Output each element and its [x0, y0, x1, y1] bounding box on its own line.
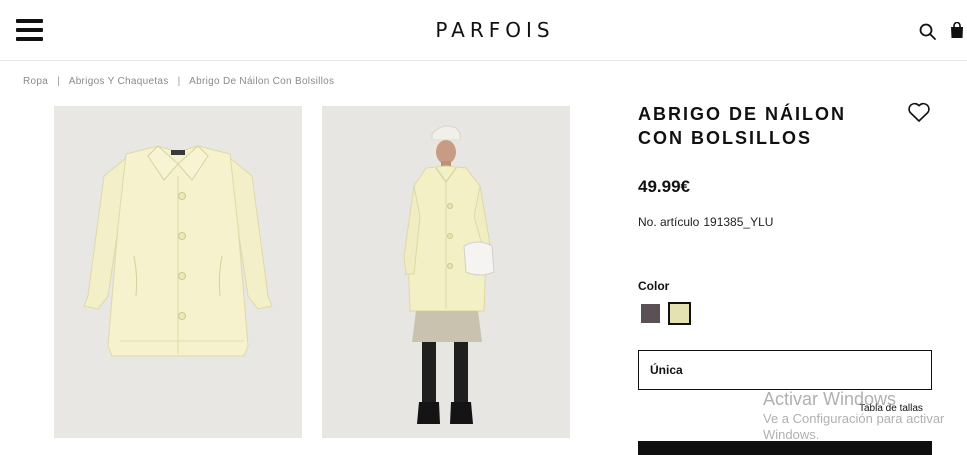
- heart-icon[interactable]: [907, 101, 931, 123]
- add-to-bag-button[interactable]: [638, 441, 932, 455]
- brand-logo[interactable]: PARFOIS: [430, 18, 560, 42]
- breadcrumb-item-current[interactable]: Abrigo De Náilon Con Bolsillos: [189, 76, 334, 87]
- breadcrumb-item-abrigos[interactable]: Abrigos Y Chaquetas: [69, 76, 169, 87]
- product-image-flat[interactable]: [54, 106, 302, 438]
- breadcrumb: Ropa | Abrigos Y Chaquetas | Abrigo De N…: [23, 76, 334, 87]
- size-selector[interactable]: Única: [638, 350, 932, 390]
- product-sku: No. artículo 191385_YLU: [638, 215, 773, 229]
- breadcrumb-separator: |: [177, 76, 181, 87]
- model-illustration: [322, 106, 570, 438]
- site-header: PARFOIS: [0, 0, 967, 61]
- shopping-bag-icon[interactable]: [950, 22, 964, 39]
- product-image-model[interactable]: [322, 106, 570, 438]
- sku-label: No. artículo: [638, 215, 700, 229]
- watermark-subtitle: Ve a Configuración para activar Windows.: [763, 411, 945, 442]
- color-swatch-plum[interactable]: [641, 304, 660, 323]
- coat-flat-illustration: [54, 106, 302, 438]
- size-selected-value: Única: [650, 363, 683, 377]
- product-title-line1: ABRIGO DE NÁILON: [638, 104, 847, 124]
- product-price: 49.99€: [638, 177, 690, 196]
- breadcrumb-separator: |: [57, 76, 60, 87]
- color-swatch-yellow-selected[interactable]: [668, 302, 691, 325]
- search-icon[interactable]: [919, 23, 936, 40]
- size-table-link[interactable]: Tabla de tallas: [859, 403, 923, 414]
- sku-value: 191385_YLU: [703, 215, 774, 229]
- hamburger-menu-icon[interactable]: [16, 19, 43, 41]
- product-title-line2: CON BOLSILLOS: [638, 128, 812, 148]
- windows-activation-watermark: Activar Windows Ve a Configuración para …: [763, 389, 963, 443]
- color-label: Color: [638, 279, 670, 293]
- breadcrumb-item-ropa[interactable]: Ropa: [23, 76, 48, 87]
- product-title: ABRIGO DE NÁILON CON BOLSILLOS: [638, 102, 878, 150]
